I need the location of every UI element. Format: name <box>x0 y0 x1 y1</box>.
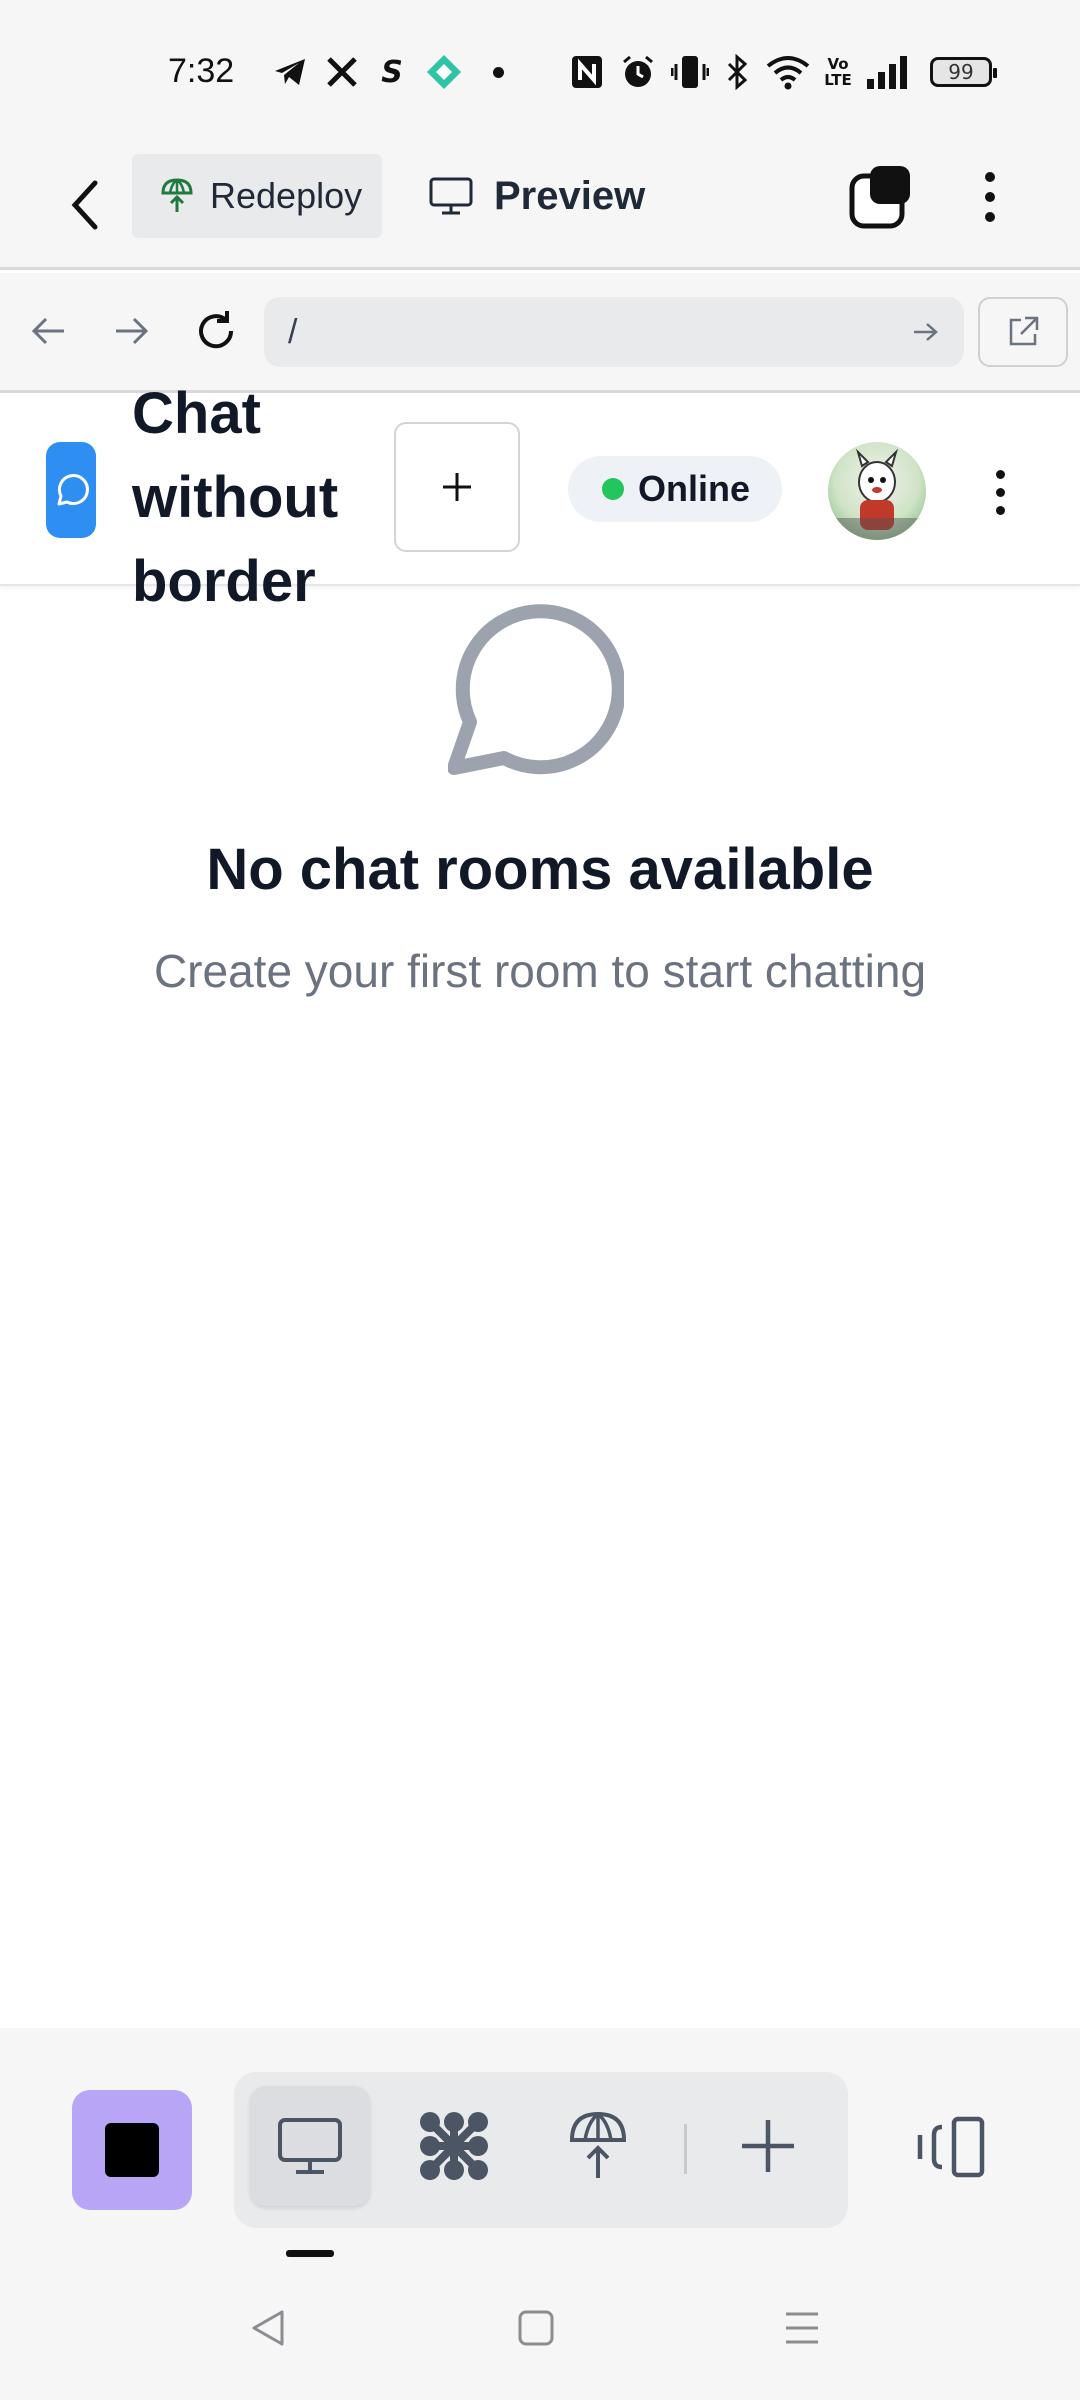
menu-lines-icon <box>786 2312 818 2344</box>
browser-forward-button[interactable] <box>102 301 162 361</box>
status-badge: Online <box>568 456 782 522</box>
diamond-app-icon <box>424 52 464 92</box>
app-logo <box>46 442 96 538</box>
url-input[interactable]: / <box>264 297 964 367</box>
system-recents-button[interactable] <box>772 2298 832 2358</box>
plus-icon <box>443 473 471 501</box>
bottom-toolbar <box>0 2028 1080 2258</box>
alarm-icon <box>618 52 658 92</box>
more-menu-button[interactable] <box>970 162 1010 232</box>
preview-label: Preview <box>494 173 646 218</box>
deploy-icon <box>569 2111 627 2178</box>
desktop-view-button[interactable] <box>250 2086 370 2206</box>
monitor-icon <box>429 177 473 215</box>
header-menu-button[interactable] <box>980 462 1020 522</box>
stop-button[interactable] <box>72 2090 192 2210</box>
panel-icon <box>917 2116 985 2178</box>
url-text: / <box>288 312 298 351</box>
arrow-left-icon <box>31 317 64 345</box>
status-label: Online <box>638 468 751 509</box>
empty-state-title: No chat rooms available <box>206 837 874 902</box>
vibrate-icon <box>670 52 710 92</box>
back-button[interactable] <box>50 165 120 245</box>
system-back-button[interactable] <box>238 2298 298 2358</box>
chevron-left-icon <box>71 180 98 230</box>
tabs-button[interactable] <box>848 162 918 232</box>
nfc-icon <box>568 52 606 92</box>
app-title: Chat without border <box>132 381 339 614</box>
app-header: Chat without border Online <box>0 381 1080 614</box>
redeploy-label: Redeploy <box>210 175 363 216</box>
triangle-back-icon <box>252 2310 284 2346</box>
deploy-button[interactable] <box>538 2086 658 2206</box>
go-arrow-icon[interactable] <box>912 321 940 343</box>
desktop-icon <box>278 2118 342 2174</box>
redeploy-button[interactable]: Redeploy <box>132 154 382 238</box>
dot-icon <box>488 52 508 92</box>
add-icon <box>742 2120 794 2172</box>
bluetooth-icon <box>722 52 752 92</box>
telegram-icon <box>270 52 310 92</box>
toolbar-divider <box>684 2124 687 2174</box>
network-button[interactable] <box>394 2086 514 2206</box>
square-home-icon <box>518 2310 554 2346</box>
system-home-button[interactable] <box>506 2298 566 2358</box>
open-external-button[interactable] <box>978 297 1068 367</box>
wifi-icon <box>764 52 812 92</box>
battery-icon: 99 <box>926 52 997 92</box>
tabs-icon <box>849 166 910 229</box>
status-time: 7:32 <box>168 52 235 90</box>
preview-button[interactable]: Preview <box>428 154 645 238</box>
volte-icon: Vo LTE <box>824 55 852 89</box>
tool-group <box>234 2072 848 2228</box>
app-bar: Redeploy Preview <box>0 140 1080 270</box>
add-button[interactable] <box>708 2086 828 2206</box>
x-icon <box>322 52 362 92</box>
add-room-button[interactable] <box>394 422 520 552</box>
browser-back-button[interactable] <box>18 301 78 361</box>
battery-level: 99 <box>948 60 974 84</box>
online-dot-icon <box>602 478 624 500</box>
panel-toggle-button[interactable] <box>900 2092 1000 2202</box>
empty-chat-icon <box>447 602 626 778</box>
system-navigation-bar <box>0 2258 1080 2400</box>
status-bar: 7:32 S Vo LTE 99 <box>0 0 1080 140</box>
alpaca-avatar-icon <box>828 448 926 540</box>
external-link-icon <box>1009 316 1039 346</box>
deploy-icon <box>161 178 193 212</box>
network-icon <box>420 2112 488 2180</box>
signal-icon <box>864 52 910 92</box>
avatar[interactable] <box>828 442 926 540</box>
s-app-icon: S <box>381 54 403 90</box>
reload-button[interactable] <box>186 301 246 361</box>
empty-state-subtitle: Create your first room to start chatting <box>153 945 927 997</box>
arrow-right-icon <box>116 317 149 345</box>
stop-icon <box>105 2123 159 2177</box>
active-tab-indicator <box>286 2250 334 2257</box>
reload-icon <box>199 311 234 349</box>
chat-bubble-icon <box>57 474 89 506</box>
